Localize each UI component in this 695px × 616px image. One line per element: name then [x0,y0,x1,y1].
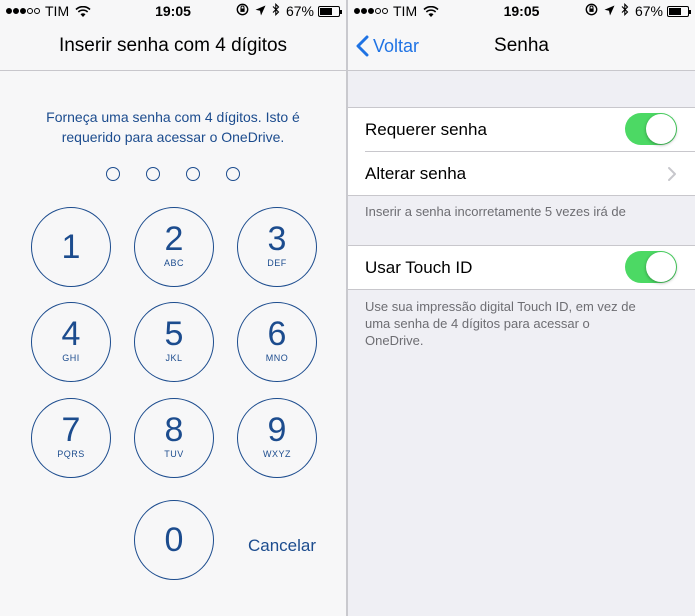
passcode-dot [186,167,200,181]
passcode-dot [226,167,240,181]
back-button[interactable]: Voltar [356,22,419,70]
require-passcode-label: Requerer senha [365,120,487,139]
navigation-bar: Senha Voltar [348,22,695,71]
change-passcode-label: Alterar senha [365,164,467,183]
status-bar: TIM 19:05 67% [348,0,695,22]
battery-icon [667,5,691,17]
back-button-label: Voltar [373,36,420,56]
orientation-lock-icon [585,3,598,19]
keypad-key-1[interactable]: 1 [31,207,111,287]
touch-id-row: Usar Touch ID [348,246,695,289]
keypad-key-7[interactable]: 7 PQRS [31,398,111,478]
touch-id-group: Usar Touch ID [348,245,695,290]
chevron-left-icon [356,35,369,57]
keypad-key-8[interactable]: 8 TUV [134,398,214,478]
require-passcode-row: Requerer senha [348,108,695,151]
change-passcode-row[interactable]: Alterar senha [365,151,695,195]
bluetooth-icon [272,2,280,19]
keypad-key-6[interactable]: 6 MNO [237,302,317,382]
passcode-dot [106,167,120,181]
location-arrow-icon [255,3,266,19]
bluetooth-icon [621,2,629,19]
passcode-attempts-note: Inserir a senha incorretamente 5 vezes i… [365,204,626,219]
battery-percent: 67% [285,3,314,19]
require-passcode-toggle[interactable] [625,113,677,145]
passcode-indicator [0,167,346,181]
location-arrow-icon [604,3,615,19]
passcode-group: Requerer senha Alterar senha [348,107,695,196]
touch-id-note: Use sua impressão digital Touch ID, em v… [365,299,636,348]
cancel-button[interactable]: Cancelar [238,536,326,556]
passcode-screen: TIM 19:05 67% Inserir senha com 4 dígito [0,0,346,616]
passcode-prompt: Forneça uma senha com 4 dígitos. Isto é … [46,109,300,145]
battery-icon [318,5,342,17]
keypad-key-5[interactable]: 5 JKL [134,302,214,382]
navigation-bar: Inserir senha com 4 dígitos [0,22,346,71]
touch-id-toggle[interactable] [625,251,677,283]
status-bar: TIM 19:05 67% [0,0,346,22]
keypad-key-2[interactable]: 2 ABC [134,207,214,287]
keypad-key-0[interactable]: 0 [134,500,214,580]
keypad-key-9[interactable]: 9 WXYZ [237,398,317,478]
chevron-right-icon [668,167,676,181]
touch-id-label: Usar Touch ID [365,258,473,277]
page-title: Inserir senha com 4 dígitos [58,35,288,56]
keypad-key-3[interactable]: 3 DEF [237,207,317,287]
orientation-lock-icon [236,3,249,19]
passcode-settings-screen: TIM 19:05 67% Senha Voltar Requerer senh… [348,0,695,616]
passcode-dot [146,167,160,181]
keypad-key-4[interactable]: 4 GHI [31,302,111,382]
battery-percent: 67% [634,3,663,19]
